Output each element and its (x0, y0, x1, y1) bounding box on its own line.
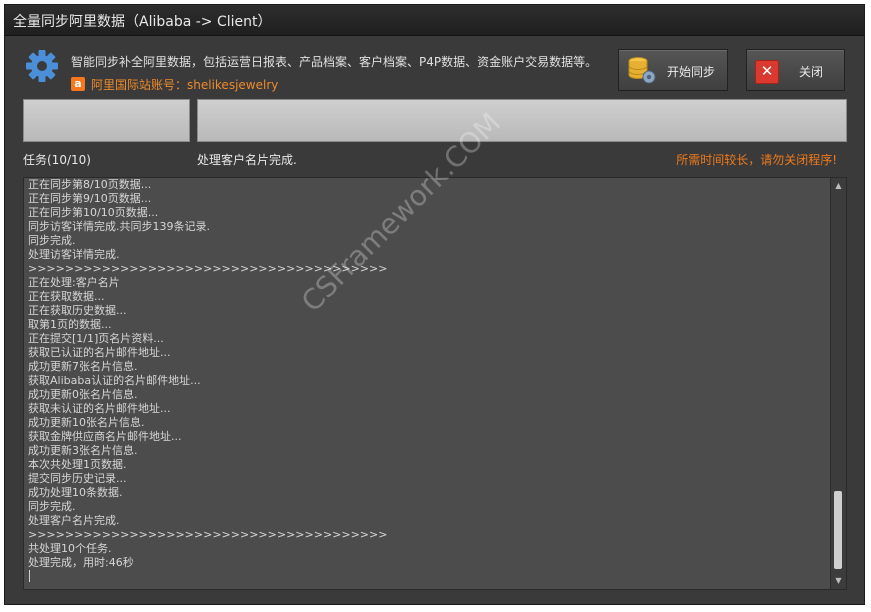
log-line: 获取金牌供应商名片邮件地址... (28, 430, 182, 443)
alibaba-account: a 阿里国际站账号：shelikesjewelry (71, 75, 278, 93)
log-line: 成功更新10张名片信息. (28, 416, 145, 429)
log-line: 成功处理10条数据. (28, 486, 123, 499)
log-line: 正在处理:客户名片 (28, 276, 120, 289)
log-line: >>>>>>>>>>>>>>>>>>>>>>>>>>>>>>>>>>>>>>> (28, 528, 388, 541)
log-line: 获取Alibaba认证的名片邮件地址... (28, 374, 201, 387)
log-line: 正在同步第10/10页数据... (28, 206, 159, 219)
log-output[interactable]: 正在同步第8/10页数据... 正在同步第9/10页数据... 正在同步第10/10… (23, 177, 847, 590)
log-line: 正在获取数据... (28, 290, 105, 303)
log-lines: 正在同步第8/10页数据... 正在同步第9/10页数据... 正在同步第10/10… (28, 178, 828, 570)
log-line: 成功更新3张名片信息. (28, 444, 138, 457)
log-scrollbar[interactable]: ▲ ▼ (830, 178, 846, 589)
sync-window: 全量同步阿里数据（Alibaba -> Client） 智能同步补全阿里数据，包… (4, 4, 865, 605)
log-line: 同步完成. (28, 234, 76, 247)
log-line: 处理访客详情完成. (28, 248, 120, 261)
log-line: 处理完成，用时:46秒 (28, 556, 134, 569)
gear-icon (26, 50, 58, 82)
close-button[interactable]: ✕ 关闭 (746, 49, 845, 91)
log-line: 获取未认证的名片邮件地址... (28, 402, 171, 415)
scroll-up-icon[interactable]: ▲ (831, 179, 846, 193)
database-sync-icon (628, 57, 656, 84)
log-line: 共处理10个任务. (28, 542, 112, 555)
task-counter: 任务(10/10) (23, 153, 91, 167)
feature-description: 智能同步补全阿里数据，包括运营日报表、产品档案、客户档案、P4P数据、资金账户交… (71, 55, 598, 69)
title-bar[interactable]: 全量同步阿里数据（Alibaba -> Client） (5, 5, 864, 36)
window-title: 全量同步阿里数据（Alibaba -> Client） (13, 14, 272, 30)
log-line: >>>>>>>>>>>>>>>>>>>>>>>>>>>>>>>>>>>>>>> (28, 262, 388, 275)
log-line: 成功更新7张名片信息. (28, 360, 138, 373)
close-icon: ✕ (755, 60, 779, 84)
start-sync-button[interactable]: 开始同步 (618, 49, 728, 91)
log-line: 提交同步历史记录... (28, 472, 127, 485)
log-line: 正在提交[1/1]页名片资料... (28, 332, 164, 345)
log-line: 处理客户名片完成. (28, 514, 120, 527)
scroll-down-icon[interactable]: ▼ (831, 574, 846, 588)
start-sync-label: 开始同步 (667, 65, 716, 79)
text-cursor (29, 570, 30, 582)
account-label: 阿里国际站账号：shelikesjewelry (91, 77, 279, 92)
log-line: 获取已认证的名片邮件地址... (28, 346, 171, 359)
alibaba-icon: a (71, 77, 85, 91)
log-line: 成功更新0张名片信息. (28, 388, 138, 401)
status-text: 处理客户名片完成. (197, 153, 297, 167)
log-line: 正在同步第9/10页数据... (28, 192, 152, 205)
log-line: 正在同步第8/10页数据... (28, 178, 152, 191)
scroll-thumb[interactable] (834, 491, 842, 569)
log-line: 正在获取历史数据... (28, 304, 127, 317)
step-progress-bar (197, 99, 847, 142)
log-line: 取第1页的数据... (28, 318, 112, 331)
close-label: 关闭 (799, 65, 824, 79)
warning-text: 所需时间较长，请勿关闭程序! (676, 153, 837, 167)
log-line: 同步访客详情完成.共同步139条记录. (28, 220, 210, 233)
log-line: 同步完成. (28, 500, 76, 513)
log-line: 本次共处理1页数据. (28, 458, 127, 471)
task-progress-bar (23, 99, 190, 142)
